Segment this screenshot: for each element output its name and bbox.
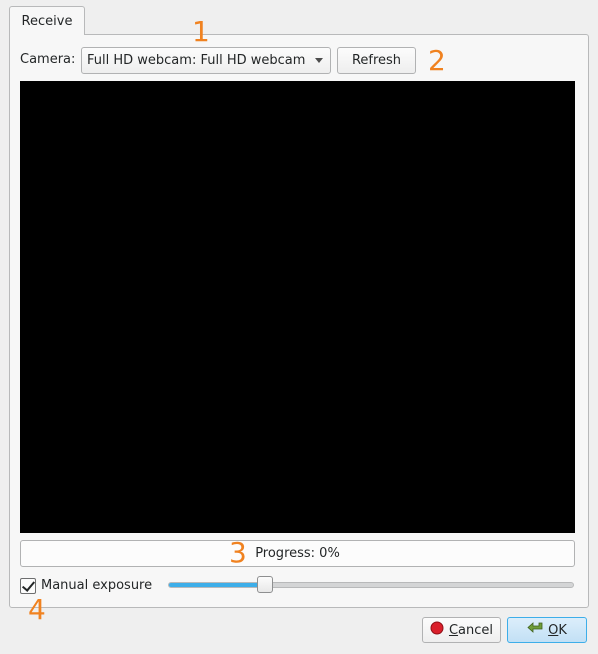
progress-bar: Progress: 0% bbox=[20, 540, 575, 567]
exposure-slider-handle[interactable] bbox=[257, 576, 274, 593]
exposure-slider-fill bbox=[169, 583, 266, 587]
camera-select-value: Full HD webcam: Full HD webcam bbox=[87, 53, 306, 68]
tab-receive-label: Receive bbox=[21, 13, 73, 29]
refresh-button-label: Refresh bbox=[351, 53, 402, 68]
callout-2: 2 bbox=[428, 44, 446, 77]
manual-exposure-checkbox[interactable] bbox=[20, 578, 36, 594]
refresh-button[interactable]: Refresh bbox=[337, 47, 416, 74]
camera-preview bbox=[20, 81, 575, 533]
cancel-button-label: Cancel bbox=[448, 622, 494, 638]
green-arrow-icon bbox=[527, 621, 543, 639]
camera-select[interactable]: Full HD webcam: Full HD webcam bbox=[81, 47, 331, 74]
callout-3: 3 bbox=[229, 536, 247, 569]
chevron-down-icon bbox=[315, 58, 323, 63]
ok-button[interactable]: OK bbox=[507, 617, 587, 643]
progress-text: Progress: 0% bbox=[255, 546, 340, 561]
exposure-slider[interactable] bbox=[168, 582, 574, 588]
red-circle-icon bbox=[430, 621, 444, 639]
manual-exposure-label: Manual exposure bbox=[41, 578, 153, 593]
callout-4: 4 bbox=[28, 593, 46, 626]
camera-label: Camera: bbox=[20, 52, 76, 67]
ok-button-label: OK bbox=[548, 622, 567, 638]
tab-receive[interactable]: Receive bbox=[9, 6, 85, 35]
callout-1: 1 bbox=[192, 15, 210, 48]
cancel-button[interactable]: Cancel bbox=[422, 617, 501, 643]
